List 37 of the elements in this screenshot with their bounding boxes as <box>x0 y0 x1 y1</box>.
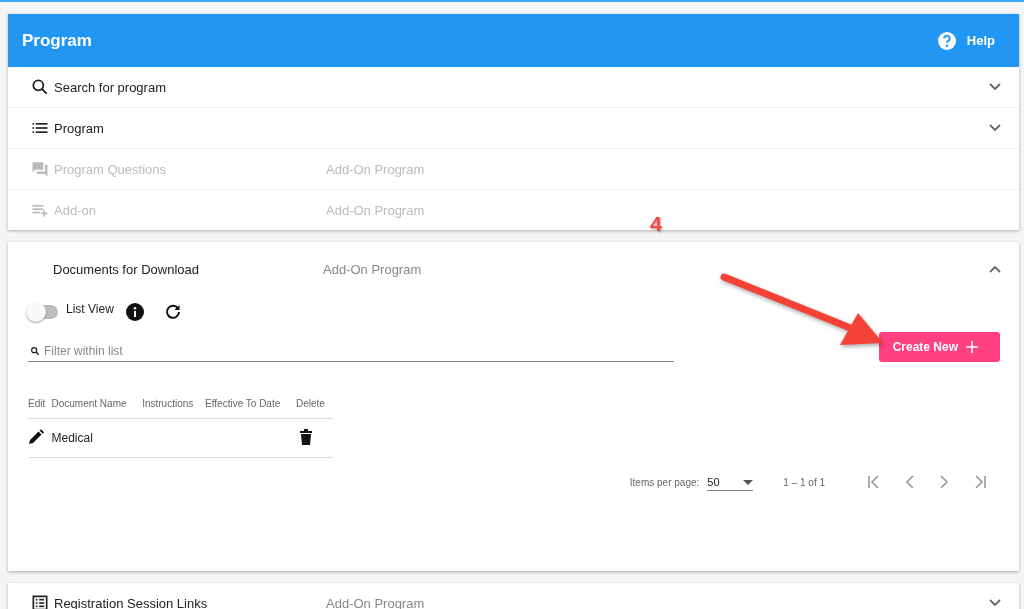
refresh-icon[interactable] <box>163 303 182 321</box>
dropdown-icon <box>743 479 754 485</box>
column-header: Delete <box>295 388 333 419</box>
chevron-icon[interactable] <box>989 265 1001 273</box>
chat-icon <box>30 159 50 179</box>
chevron-icon[interactable] <box>989 599 1001 607</box>
search-icon <box>30 346 40 356</box>
page-title: Program <box>22 30 93 51</box>
list-icon <box>30 593 50 609</box>
items-per-page-label: Items per page: <box>629 477 700 488</box>
panel-description: Add-On Program <box>326 161 426 177</box>
help-button[interactable]: Help <box>932 26 999 55</box>
filter-field[interactable]: Filter within list <box>28 340 674 362</box>
list-view-toggle[interactable] <box>28 305 58 319</box>
panel-title[interactable]: Program <box>54 120 326 136</box>
search-icon <box>30 77 50 97</box>
panel-description: Add-On Program <box>326 202 426 218</box>
column-header: Edit <box>28 388 52 419</box>
panel-description: Add-On Program <box>323 261 423 277</box>
chevron-icon[interactable] <box>989 124 1001 132</box>
pencil-icon[interactable] <box>28 428 44 445</box>
page-range: 1 – 1 of 1 <box>783 477 825 488</box>
panel-title: Documents for Download <box>53 261 200 277</box>
chevron-icon[interactable] <box>989 83 1001 91</box>
plus-icon <box>966 341 978 353</box>
help-icon <box>936 30 957 51</box>
page-size-select[interactable]: 50 <box>707 474 754 491</box>
table-cell: Medical <box>51 431 93 445</box>
step-number: 4 <box>650 212 662 236</box>
column-header: Effective To Date <box>205 388 296 419</box>
create-new-button[interactable]: Create New <box>878 332 1000 362</box>
info-icon[interactable] <box>125 303 144 321</box>
list-view-label: List View <box>66 302 114 316</box>
trash-icon[interactable] <box>298 428 313 445</box>
column-header: Document Name <box>51 388 143 419</box>
column-header: Instructions <box>142 388 206 419</box>
panel-title[interactable]: Search for program <box>54 79 326 95</box>
